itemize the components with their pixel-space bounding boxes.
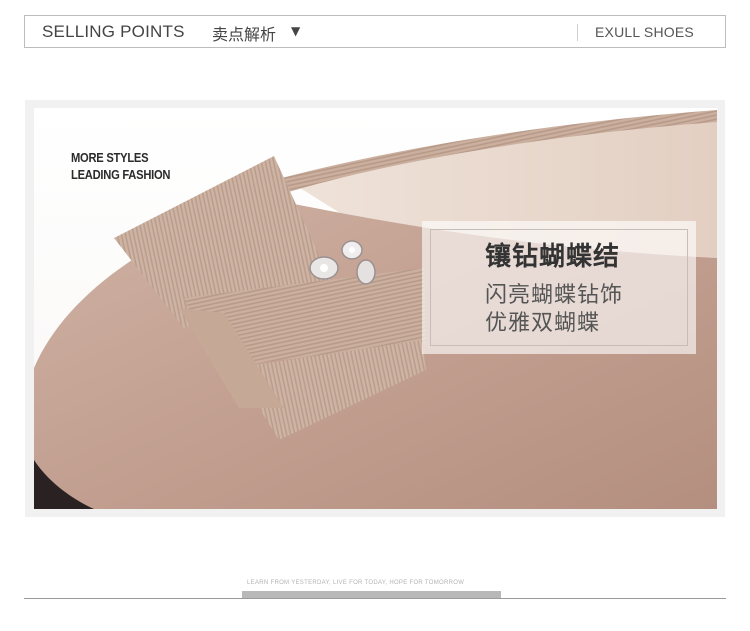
header-divider: [577, 24, 578, 41]
product-photo: MORE STYLES LEADING FASHION 镶钻蝴蝶结 闪亮蝴蝶钻饰…: [34, 108, 717, 509]
brand-name: EXULL SHOES: [595, 24, 694, 40]
tagline-line-1: MORE STYLES: [71, 150, 149, 165]
dropdown-arrow-icon: ▼: [291, 24, 301, 38]
footer-rule: [24, 598, 726, 599]
section-title-en: SELLING POINTS: [42, 22, 185, 41]
callout-line-2: 优雅双蝴蝶: [485, 311, 601, 336]
tagline-line-2: LEADING FASHION: [71, 167, 171, 182]
product-tagline: MORE STYLES LEADING FASHION: [71, 149, 171, 183]
footer-motto: LEARN FROM YESTERDAY, LIVE FOR TODAY, HO…: [247, 580, 465, 586]
product-photo-frame: MORE STYLES LEADING FASHION 镶钻蝴蝶结 闪亮蝴蝶钻饰…: [25, 100, 725, 517]
callout-heading: 镶钻蝴蝶结: [485, 242, 621, 272]
section-title-cn: 卖点解析: [212, 25, 277, 44]
feature-callout: 镶钻蝴蝶结 闪亮蝴蝶钻饰 优雅双蝴蝶: [422, 221, 696, 354]
section-header: SELLING POINTS 卖点解析 ▼ EXULL SHOES: [24, 15, 726, 48]
footer-accent-bar: [242, 591, 501, 598]
